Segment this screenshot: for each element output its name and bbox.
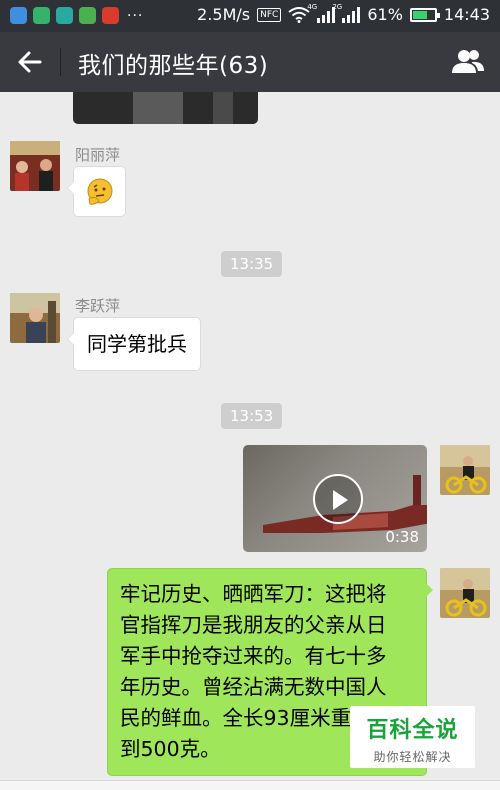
nfc-icon: NFC — [257, 7, 282, 22]
status-bar: ··· 2.5M/s NFC 4G 2G 61% 14:43 — [0, 0, 500, 32]
mail-icon — [56, 7, 73, 24]
previous-image-message[interactable] — [73, 92, 258, 124]
notification-icons: ··· — [10, 7, 143, 24]
my-avatar[interactable] — [440, 445, 490, 495]
my-avatar[interactable] — [440, 568, 490, 618]
back-arrow-icon[interactable] — [14, 47, 46, 77]
net-2g-label: 2G — [332, 2, 343, 11]
signal-2g-icon: 2G — [332, 3, 361, 23]
timestamp: 13:53 — [221, 403, 283, 429]
net-4g-label: 4G — [307, 2, 318, 11]
chat-title: 我们的那些年(63) — [78, 53, 269, 79]
news-app-icon — [102, 7, 119, 24]
more-notifications-icon: ··· — [127, 7, 144, 24]
chat-messages[interactable]: 阳丽萍 13:35 李跃萍 同学第批兵 13:53 0:38 牢记历史、晒晒军刀… — [0, 92, 500, 790]
group-people-icon[interactable] — [450, 47, 486, 77]
app-notification-icon — [33, 7, 50, 24]
avatar[interactable] — [10, 293, 60, 343]
title-divider — [60, 48, 61, 76]
watermark-subtitle: 助你轻松解决 — [373, 750, 452, 764]
watermark-title: 百科全说 — [366, 718, 459, 743]
sender-name: 阳丽萍 — [75, 146, 121, 164]
message-text: 同学第批兵 — [87, 332, 187, 356]
video-duration: 0:38 — [385, 528, 419, 546]
message-bubble[interactable] — [67, 166, 126, 217]
chat-title-bar: 我们的那些年(63) — [0, 32, 500, 92]
video-message[interactable]: 0:38 — [243, 445, 427, 552]
thinking-face-emoji — [87, 178, 113, 205]
message-bubble[interactable]: 同学第批兵 — [67, 317, 201, 371]
play-icon[interactable] — [313, 474, 363, 524]
clock: 14:43 — [443, 5, 490, 24]
watermark: 百科全说 助你轻松解决 — [350, 706, 475, 768]
battery-percent: 61% — [367, 5, 403, 24]
network-speed: 2.5M/s — [197, 5, 251, 24]
app-notification-icon — [10, 7, 27, 24]
battery-icon — [409, 7, 440, 22]
timestamp: 13:35 — [221, 251, 283, 277]
app-notification-icon — [79, 7, 96, 24]
avatar[interactable] — [10, 141, 60, 191]
input-bar[interactable] — [0, 780, 500, 790]
sender-name: 李跃萍 — [75, 297, 121, 315]
